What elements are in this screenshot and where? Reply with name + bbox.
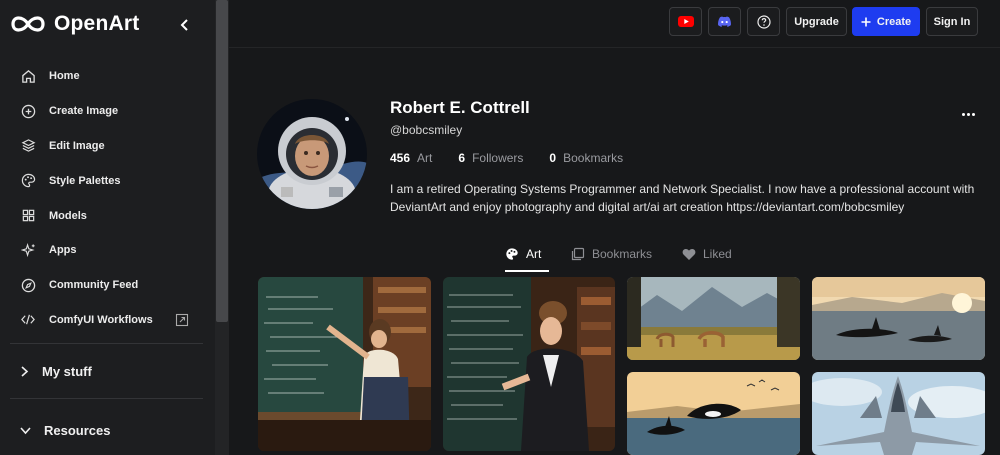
sidebar-item-label: Style Palettes: [49, 174, 121, 187]
artwork-orcas-sunset-image: [812, 277, 985, 360]
bookmarks-icon: [571, 247, 585, 261]
code-icon: [20, 312, 36, 328]
youtube-icon: [677, 16, 694, 27]
profile-name: Robert E. Cottrell: [390, 98, 530, 117]
sidebar-item-apps[interactable]: Apps: [0, 233, 215, 268]
sidebar-item-label: ComfyUI Workflows: [49, 313, 153, 326]
tab-label: Art: [526, 247, 542, 261]
artwork-deer-meadow-image: [627, 277, 800, 360]
discord-button[interactable]: [708, 7, 741, 36]
sidebar-item-comfyui-workflows[interactable]: ComfyUI Workflows: [0, 303, 215, 338]
help-button[interactable]: [747, 7, 780, 36]
my-stuff-section[interactable]: My stuff: [20, 364, 92, 379]
sidebar-item-label: Create Image: [49, 105, 119, 118]
sidebar-nav: Home Create Image Edit Image Style Palet…: [0, 59, 215, 337]
chevron-down-icon: [20, 427, 31, 435]
resources-label: Resources: [44, 423, 111, 438]
palette-icon: [506, 248, 518, 260]
sparkle-icon: [20, 242, 36, 258]
chevron-left-icon: [180, 19, 188, 31]
sidebar-item-models[interactable]: Models: [0, 198, 215, 233]
tab-liked[interactable]: Liked: [682, 247, 732, 261]
profile-bio: I am a retired Operating Systems Program…: [390, 182, 975, 214]
sign-in-button[interactable]: Sign In: [926, 7, 978, 36]
sidebar-scrollbar-thumb[interactable]: [216, 0, 228, 322]
stat-art[interactable]: 456 Art: [390, 151, 432, 165]
tab-label: Liked: [703, 247, 732, 261]
gallery-item[interactable]: [812, 372, 985, 455]
app-root: OpenArt Home Create Image Edit Image Sty…: [0, 0, 1000, 455]
sidebar-divider: [10, 343, 203, 344]
logo-text: OpenArt: [54, 12, 140, 35]
home-icon: [20, 68, 36, 84]
chevron-right-icon: [21, 366, 29, 377]
astronaut-avatar-image: [257, 99, 367, 209]
artwork-orcas-leaping-image: [627, 372, 800, 455]
sidebar-item-label: Community Feed: [49, 279, 139, 292]
gallery-item[interactable]: [443, 277, 615, 451]
sidebar-item-label: Apps: [49, 244, 77, 257]
more-options-icon[interactable]: [962, 113, 975, 116]
artwork-chalkboard-woman-image: [258, 277, 431, 451]
sidebar-item-label: Edit Image: [49, 139, 105, 152]
stat-label: Bookmarks: [563, 151, 624, 165]
plus-icon: [861, 17, 871, 26]
artwork-chalkboard-teacher-image: [443, 277, 615, 451]
resources-section[interactable]: Resources: [20, 423, 110, 438]
compass-icon: [20, 277, 36, 293]
create-button-label: Create: [876, 15, 912, 28]
youtube-button[interactable]: [669, 7, 702, 36]
gallery-item[interactable]: [627, 277, 800, 360]
sidebar-item-home[interactable]: Home: [0, 59, 215, 94]
artwork-jet-fighter-image: [812, 372, 985, 455]
tab-bookmarks[interactable]: Bookmarks: [571, 247, 652, 261]
stat-bookmarks[interactable]: 0 Bookmarks: [549, 151, 623, 165]
help-circle-icon: [756, 14, 771, 29]
stat-label: Followers: [472, 151, 524, 165]
profile-stats: 456 Art 6 Followers 0 Bookmarks: [390, 151, 649, 165]
palette-icon: [20, 173, 36, 189]
external-link-icon: [175, 313, 189, 327]
sidebar-divider: [10, 398, 203, 399]
active-tab-indicator: [505, 270, 549, 272]
grid-icon: [20, 208, 36, 224]
layers-icon: [20, 138, 36, 154]
plus-circle-icon: [20, 103, 36, 119]
upgrade-button[interactable]: Upgrade: [786, 7, 847, 36]
create-button[interactable]: Create: [852, 7, 920, 36]
sidebar-item-create-image[interactable]: Create Image: [0, 94, 215, 129]
sidebar-item-label: Models: [49, 209, 87, 222]
stat-value: 456: [390, 151, 411, 165]
sidebar-item-edit-image[interactable]: Edit Image: [0, 129, 215, 164]
top-bar: Upgrade Create Sign In: [229, 0, 1000, 48]
profile-avatar: [257, 99, 367, 209]
discord-icon: [718, 16, 731, 27]
tab-label: Bookmarks: [592, 247, 653, 261]
stat-value: 6: [458, 151, 466, 165]
stat-value: 0: [549, 151, 557, 165]
profile-handle: @bobcsmiley: [390, 123, 463, 137]
gallery-item[interactable]: [812, 277, 985, 360]
openart-logo[interactable]: OpenArt: [10, 12, 139, 36]
stat-label: Art: [417, 151, 433, 165]
stat-followers[interactable]: 6 Followers: [458, 151, 523, 165]
gallery-item[interactable]: [258, 277, 431, 451]
my-stuff-label: My stuff: [42, 364, 92, 379]
sidebar-item-community-feed[interactable]: Community Feed: [0, 268, 215, 303]
gallery-item[interactable]: [627, 372, 800, 455]
sidebar-item-style-palettes[interactable]: Style Palettes: [0, 163, 215, 198]
sidebar: OpenArt Home Create Image Edit Image Sty…: [0, 0, 215, 455]
infinity-logo-icon: [11, 16, 45, 32]
heart-icon: [682, 248, 696, 260]
tab-art[interactable]: Art: [505, 247, 541, 261]
collapse-sidebar-button[interactable]: [176, 16, 194, 34]
sidebar-item-label: Home: [49, 70, 80, 83]
